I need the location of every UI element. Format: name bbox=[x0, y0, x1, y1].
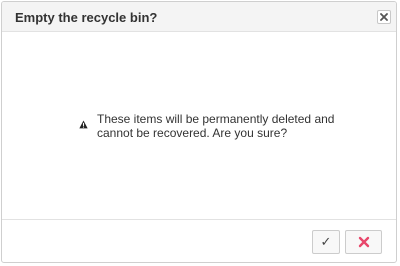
confirm-button[interactable]: ✓ bbox=[312, 230, 340, 254]
close-button[interactable] bbox=[377, 10, 391, 24]
dialog-footer: ✓ bbox=[2, 219, 396, 262]
cancel-button[interactable] bbox=[345, 230, 382, 254]
close-icon bbox=[380, 13, 388, 21]
warning-icon bbox=[79, 120, 88, 129]
dialog-titlebar: Empty the recycle bin? bbox=[2, 2, 396, 32]
checkmark-icon: ✓ bbox=[320, 234, 332, 250]
dialog-body: These items will be permanently deleted … bbox=[2, 32, 396, 219]
dialog-message: These items will be permanently deleted … bbox=[97, 112, 335, 140]
cross-icon bbox=[358, 236, 369, 248]
confirm-dialog: Empty the recycle bin? These items will … bbox=[1, 1, 397, 263]
dialog-title: Empty the recycle bin? bbox=[15, 10, 158, 25]
